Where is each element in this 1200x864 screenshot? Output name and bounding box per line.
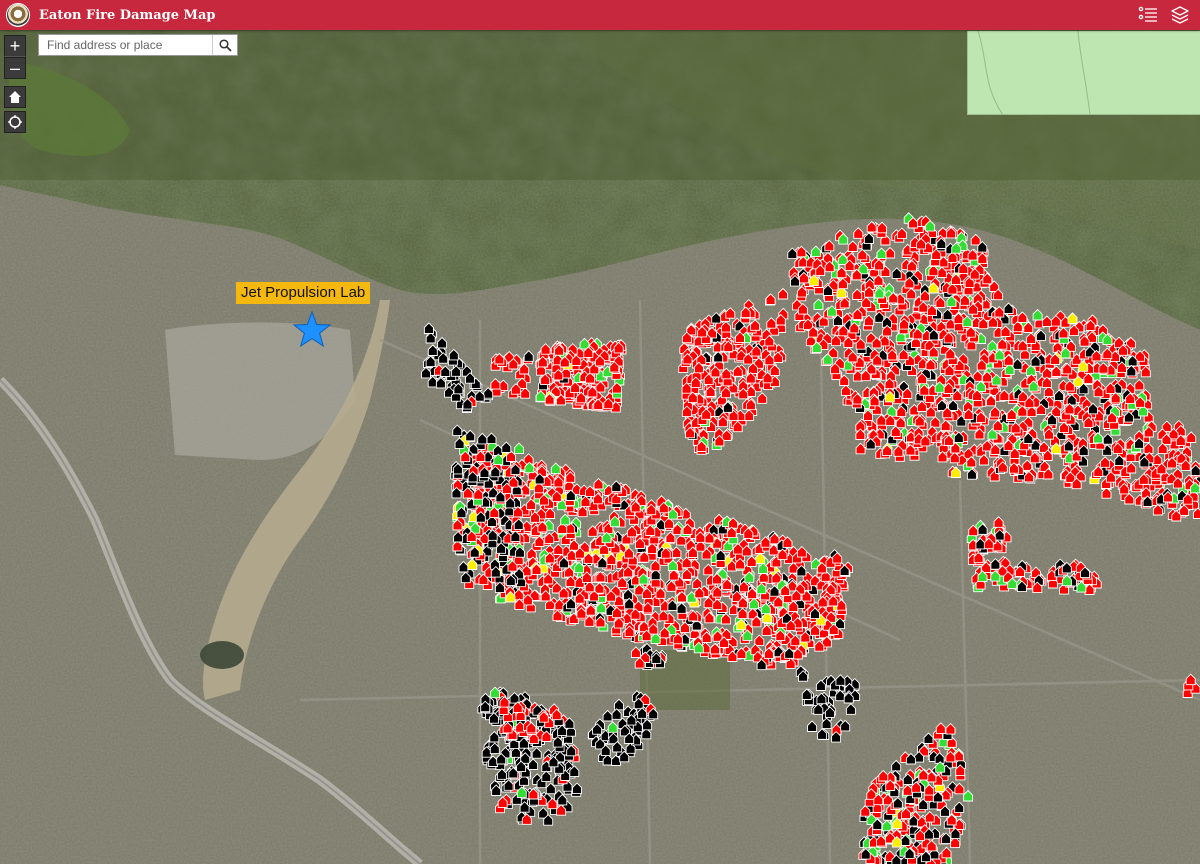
locate-button[interactable] — [4, 111, 26, 133]
map-view[interactable] — [0, 30, 1200, 864]
search-input[interactable] — [39, 35, 212, 55]
legend-list-icon[interactable] — [1136, 3, 1160, 27]
landmark-label: Jet Propulsion Lab — [236, 282, 371, 304]
app-title: Eaton Fire Damage Map — [39, 7, 216, 23]
layers-icon[interactable] — [1168, 3, 1192, 27]
app-root: Eaton Fire Damage Map + – Find address o… — [0, 0, 1200, 864]
search-icon — [218, 38, 232, 52]
app-header: Eaton Fire Damage Map — [0, 0, 1200, 30]
zoom-out-button[interactable]: – — [4, 57, 26, 79]
home-button[interactable] — [4, 86, 26, 108]
overview-map[interactable] — [967, 30, 1200, 116]
star-marker-icon[interactable] — [292, 310, 332, 350]
zoom-in-button[interactable]: + — [4, 35, 26, 57]
search-bar — [38, 34, 238, 56]
locate-icon — [8, 115, 22, 129]
satellite-basemap[interactable] — [0, 30, 1200, 864]
header-tools — [1136, 0, 1200, 30]
search-button[interactable] — [212, 35, 237, 55]
county-seal-logo — [6, 3, 30, 27]
home-icon — [9, 91, 21, 103]
